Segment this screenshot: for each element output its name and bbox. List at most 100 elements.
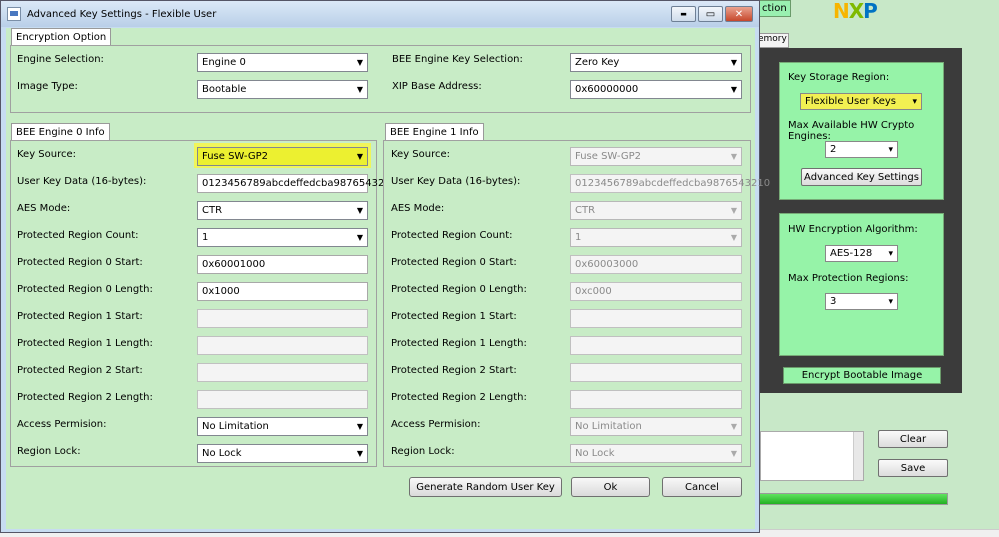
e1-r2-start-input[interactable] — [570, 363, 742, 382]
e1-access-permission-label: Access Permision: — [391, 419, 481, 430]
e0-access-permission-label: Access Permision: — [17, 419, 107, 430]
progress-bar — [758, 493, 948, 505]
e1-aes-mode-select[interactable]: CTR ▼ — [570, 201, 742, 220]
e1-aes-mode-label: AES Mode: — [391, 203, 445, 214]
chevron-down-icon: ▼ — [356, 58, 363, 67]
e0-key-source-select[interactable]: Fuse SW-GP2 ▼ — [197, 147, 368, 166]
e1-region-count-select[interactable]: 1 ▼ — [570, 228, 742, 247]
hw-encryption-algorithm-select[interactable]: AES-128 — [825, 245, 898, 262]
bee-engine-1-panel: Key Source: Fuse SW-GP2 ▼ User Key Data (… — [383, 140, 770, 467]
image-type-label: Image Type: — [17, 81, 78, 92]
dialog-client-area: Encryption Option Engine Selection: Engi… — [6, 28, 770, 529]
app-window-icon — [7, 7, 21, 21]
chevron-down-icon: ▼ — [730, 233, 737, 242]
e1-region-count-label: Protected Region Count: — [391, 230, 513, 241]
e0-r2-start-input[interactable] — [197, 363, 368, 382]
e0-region-lock-select[interactable]: No Lock ▼ — [197, 444, 368, 463]
log-output-area[interactable] — [760, 431, 864, 481]
e1-r2-length-input[interactable] — [570, 390, 742, 409]
e0-region-lock-label: Region Lock: — [17, 446, 81, 457]
e0-r2-length-input[interactable] — [197, 390, 368, 409]
e0-aes-mode-select[interactable]: CTR ▼ — [197, 201, 368, 220]
e1-r0-start-input[interactable]: 0x60003000 — [570, 255, 742, 274]
e1-user-key-data-label: User Key Data (16-bytes): — [391, 176, 521, 187]
log-scrollbar[interactable] — [853, 432, 863, 480]
save-button[interactable]: Save — [878, 459, 948, 477]
minimize-button[interactable]: ▬ — [671, 6, 696, 22]
xip-base-address-label: XIP Base Address: — [392, 81, 482, 92]
max-protection-regions-select[interactable]: 3 — [825, 293, 898, 310]
e1-access-permission-select[interactable]: No Limitation ▼ — [570, 417, 742, 436]
key-storage-region-select[interactable]: Flexible User Keys — [800, 93, 922, 110]
close-icon: ✕ — [734, 8, 744, 20]
bg-action-button[interactable]: ction — [757, 0, 791, 17]
chevron-down-icon: ▼ — [730, 206, 737, 215]
bg-memory-tab[interactable]: emory — [755, 33, 789, 48]
e0-key-source-label: Key Source: — [17, 149, 77, 160]
max-protection-regions-label: Max Protection Regions: — [788, 273, 909, 284]
maximize-button[interactable]: ▭ — [698, 6, 723, 22]
e1-key-source-select[interactable]: Fuse SW-GP2 ▼ — [570, 147, 742, 166]
bee-engine-key-selection-label: BEE Engine Key Selection: — [392, 54, 523, 65]
e0-r1-length-label: Protected Region 1 Length: — [17, 338, 153, 349]
chevron-down-icon: ▼ — [356, 85, 363, 94]
e0-r0-start-label: Protected Region 0 Start: — [17, 257, 143, 268]
e0-r1-start-label: Protected Region 1 Start: — [17, 311, 143, 322]
generate-random-user-key-button[interactable]: Generate Random User Key — [409, 477, 562, 497]
key-storage-region-label: Key Storage Region: — [788, 72, 890, 83]
image-type-select[interactable]: Bootable ▼ — [197, 80, 368, 99]
chevron-down-icon: ▼ — [356, 206, 363, 215]
e0-r1-length-input[interactable] — [197, 336, 368, 355]
max-hw-engines-select[interactable]: 2 — [825, 141, 898, 158]
key-storage-group: Key Storage Region: Flexible User Keys M… — [779, 62, 944, 200]
e0-user-key-data-input[interactable]: 0123456789abcdeffedcba9876543210 — [197, 174, 397, 193]
e0-region-count-label: Protected Region Count: — [17, 230, 139, 241]
chevron-down-icon: ▼ — [356, 422, 363, 431]
encrypt-bootable-image-button[interactable]: Encrypt Bootable Image — [783, 367, 941, 384]
progress-bar-fill — [759, 494, 947, 504]
encryption-option-panel: Engine Selection: Engine 0 ▼ Image Type: … — [10, 45, 751, 113]
hw-encryption-group: HW Encryption Algorithm: AES-128 Max Pro… — [779, 213, 944, 356]
chevron-down-icon: ▼ — [730, 449, 737, 458]
cancel-button[interactable]: Cancel — [662, 477, 742, 497]
bg-action-button-label: ction — [762, 3, 787, 14]
e0-r0-start-input[interactable]: 0x60001000 — [197, 255, 368, 274]
chevron-down-icon: ▼ — [356, 449, 363, 458]
dialog-titlebar[interactable]: Advanced Key Settings - Flexible User ▬ … — [1, 1, 759, 27]
nxp-logo: NXP — [833, 0, 878, 23]
e0-r0-length-input[interactable]: 0x1000 — [197, 282, 368, 301]
ok-button[interactable]: Ok — [571, 477, 650, 497]
advanced-key-settings-button[interactable]: Advanced Key Settings — [801, 168, 922, 186]
advanced-key-settings-dialog: Advanced Key Settings - Flexible User ▬ … — [0, 0, 770, 533]
tab-bee-engine-1[interactable]: BEE Engine 1 Info — [385, 123, 484, 141]
e0-r2-length-label: Protected Region 2 Length: — [17, 392, 153, 403]
clear-button[interactable]: Clear — [878, 430, 948, 448]
e0-user-key-data-label: User Key Data (16-bytes): — [17, 176, 147, 187]
e1-r1-start-input[interactable] — [570, 309, 742, 328]
engine-selection-select[interactable]: Engine 0 ▼ — [197, 53, 368, 72]
e1-r0-length-label: Protected Region 0 Length: — [391, 284, 527, 295]
e1-region-lock-select[interactable]: No Lock ▼ — [570, 444, 742, 463]
e0-access-permission-select[interactable]: No Limitation ▼ — [197, 417, 368, 436]
e1-region-lock-label: Region Lock: — [391, 446, 455, 457]
minimize-icon: ▬ — [680, 10, 687, 18]
e1-user-key-data-input[interactable]: 0123456789abcdeffedcba9876543210 — [570, 174, 770, 193]
chevron-down-icon: ▼ — [730, 152, 737, 161]
max-hw-engines-label: Max Available HW Crypto Engines: — [788, 120, 915, 142]
chevron-down-icon: ▼ — [730, 58, 737, 67]
bee-engine-0-panel: Key Source: Fuse SW-GP2 ▼ User Key Data (… — [10, 140, 397, 467]
e1-r1-length-label: Protected Region 1 Length: — [391, 338, 527, 349]
bee-engine-key-selection-select[interactable]: Zero Key ▼ — [570, 53, 742, 72]
tab-encryption-option[interactable]: Encryption Option — [11, 28, 112, 46]
e0-r0-length-label: Protected Region 0 Length: — [17, 284, 153, 295]
xip-base-address-select[interactable]: 0x60000000 ▼ — [570, 80, 742, 99]
tab-bee-engine-0[interactable]: BEE Engine 0 Info — [11, 123, 110, 141]
engine-selection-label: Engine Selection: — [17, 54, 104, 65]
e1-r1-length-input[interactable] — [570, 336, 742, 355]
close-button[interactable]: ✕ — [725, 6, 753, 22]
e0-r1-start-input[interactable] — [197, 309, 368, 328]
e0-region-count-select[interactable]: 1 ▼ — [197, 228, 368, 247]
e1-r0-start-label: Protected Region 0 Start: — [391, 257, 517, 268]
e1-r0-length-input[interactable]: 0xc000 — [570, 282, 742, 301]
chevron-down-icon: ▼ — [730, 85, 737, 94]
